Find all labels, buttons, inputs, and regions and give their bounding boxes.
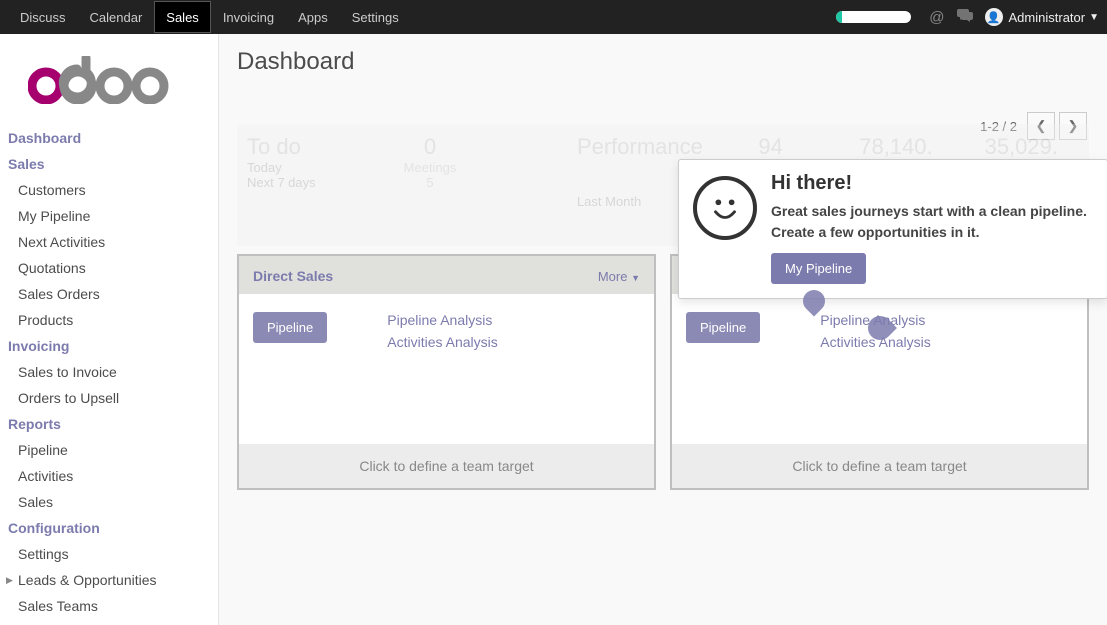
sidebar-item-sales-orders[interactable]: Sales Orders — [0, 281, 218, 307]
titlebar: Dashboard — [219, 34, 1107, 76]
caret-down-icon: ▼ — [631, 273, 640, 283]
sidebar-item-quotations[interactable]: Quotations — [0, 255, 218, 281]
link-activities-analysis[interactable]: Activities Analysis — [387, 334, 497, 350]
sidebar-item-sales-to-invoice[interactable]: Sales to Invoice — [0, 359, 218, 385]
caret-down-icon: ▼ — [1089, 12, 1099, 23]
topnav-settings[interactable]: Settings — [340, 1, 411, 33]
topnav-calendar[interactable]: Calendar — [78, 1, 155, 33]
chat-icon[interactable] — [957, 8, 973, 26]
sidebar-item-leads[interactable]: ▶Leads & Opportunities — [0, 567, 218, 593]
popover-line1: Great sales journeys start with a clean … — [771, 201, 1087, 222]
sidebar-item-customers[interactable]: Customers — [0, 177, 218, 203]
sidebar-header-sales[interactable]: Sales — [0, 151, 218, 177]
smiley-icon — [693, 176, 757, 240]
triangle-right-icon: ▶ — [6, 575, 14, 586]
sidebar-item-activities[interactable]: Activities — [0, 463, 218, 489]
topnav-apps[interactable]: Apps — [286, 1, 340, 33]
page-title: Dashboard — [237, 48, 1089, 76]
link-pipeline-analysis[interactable]: Pipeline Analysis — [387, 312, 497, 328]
sidebar-item-sales-report[interactable]: Sales — [0, 489, 218, 515]
sidebar-header-dashboard[interactable]: Dashboard — [0, 125, 218, 151]
pipeline-button[interactable]: Pipeline — [253, 312, 327, 343]
top-nav: Discuss Calendar Sales Invoicing Apps Se… — [8, 1, 411, 33]
sidebar-item-my-pipeline[interactable]: My Pipeline — [0, 203, 218, 229]
team-more[interactable]: More ▼ — [598, 269, 640, 284]
user-name: Administrator — [1009, 10, 1086, 25]
topbar: Discuss Calendar Sales Invoicing Apps Se… — [0, 0, 1107, 34]
team-target-footer[interactable]: Click to define a team target — [672, 444, 1087, 488]
sidebar-header-reports[interactable]: Reports — [0, 411, 218, 437]
progress-bar[interactable] — [836, 11, 911, 23]
topnav-invoicing[interactable]: Invoicing — [211, 1, 286, 33]
sidebar-header-invoicing[interactable]: Invoicing — [0, 333, 218, 359]
at-icon[interactable]: @ — [929, 9, 944, 26]
team-target-footer[interactable]: Click to define a team target — [239, 444, 654, 488]
logo[interactable] — [0, 34, 218, 121]
team-title[interactable]: Direct Sales — [253, 268, 333, 284]
sidebar-item-products[interactable]: Products — [0, 307, 218, 333]
user-menu[interactable]: 👤 Administrator ▼ — [985, 8, 1099, 26]
sidebar-item-sales-teams[interactable]: Sales Teams — [0, 593, 218, 619]
pipeline-button[interactable]: Pipeline — [686, 312, 760, 343]
topnav-discuss[interactable]: Discuss — [8, 1, 78, 33]
onboarding-popover: Hi there! Great sales journeys start wit… — [678, 159, 1107, 299]
sidebar-item-pipeline[interactable]: Pipeline — [0, 437, 218, 463]
side-nav: Dashboard Sales Customers My Pipeline Ne… — [0, 121, 218, 625]
sidebar-item-next-activities[interactable]: Next Activities — [0, 229, 218, 255]
my-pipeline-button[interactable]: My Pipeline — [771, 253, 866, 284]
sidebar-header-configuration[interactable]: Configuration — [0, 515, 218, 541]
popover-line2: Create a few opportunities in it. — [771, 222, 1087, 243]
main: Dashboard 1-2 / 2 ❮ ❯ To do Today Next 7… — [219, 34, 1107, 625]
popover-title: Hi there! — [771, 172, 1087, 195]
topnav-sales[interactable]: Sales — [154, 1, 211, 33]
team-panel-direct-sales: Direct Sales More ▼ Pipeline Pipeline An… — [237, 254, 656, 490]
avatar-icon: 👤 — [985, 8, 1003, 26]
sidebar-item-settings[interactable]: Settings — [0, 541, 218, 567]
sidebar: Dashboard Sales Customers My Pipeline Ne… — [0, 34, 219, 625]
sidebar-item-orders-to-upsell[interactable]: Orders to Upsell — [0, 385, 218, 411]
